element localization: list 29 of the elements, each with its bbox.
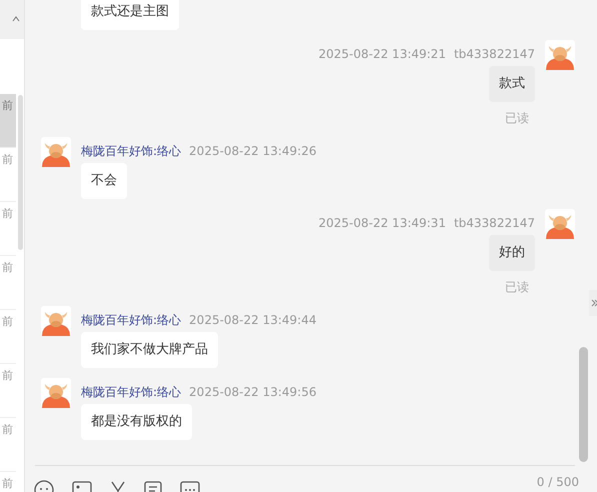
scrollbar[interactable] <box>579 347 588 462</box>
read-status: 已读 <box>505 279 529 296</box>
message-bubble: 好的 <box>489 235 535 271</box>
message-bubble: 我们家不做大牌产品 <box>81 332 218 368</box>
avatar-icon <box>41 137 71 167</box>
caret-up-icon[interactable] <box>12 16 20 22</box>
message-bubble: 款式 <box>489 66 535 102</box>
avatar-icon <box>545 40 575 70</box>
sender-name: 梅陇百年好饰:络心 <box>81 143 182 159</box>
timestamp: 2025-08-22 13:49:31 <box>318 215 446 231</box>
character-counter: 0 / 500 <box>536 475 579 489</box>
sender-name: 梅陇百年好饰:络心 <box>81 312 182 328</box>
read-status: 已读 <box>505 110 529 127</box>
sender-name: tb433822147 <box>454 46 535 62</box>
message-bubble: 不会 <box>81 163 127 199</box>
timestamp: 2025-08-22 13:49:21 <box>318 46 446 62</box>
timestamp: 2025-08-22 13:49:56 <box>189 384 316 400</box>
avatar-icon <box>41 306 71 336</box>
message-bubble: 款式还是主图 <box>81 0 179 30</box>
message-bubble: 都是没有版权的 <box>81 404 192 440</box>
conversation-item[interactable]: 前 <box>0 94 16 148</box>
avatar-icon <box>41 378 71 408</box>
timestamp: 2025-08-22 13:49:44 <box>189 312 316 328</box>
avatar-icon <box>545 209 575 239</box>
sender-name: tb433822147 <box>454 215 535 231</box>
timestamp: 2025-08-22 13:49:26 <box>189 143 316 159</box>
sender-name: 梅陇百年好饰:络心 <box>81 384 182 400</box>
scrollbar[interactable] <box>18 95 23 250</box>
double-chevron-icon <box>591 299 597 307</box>
